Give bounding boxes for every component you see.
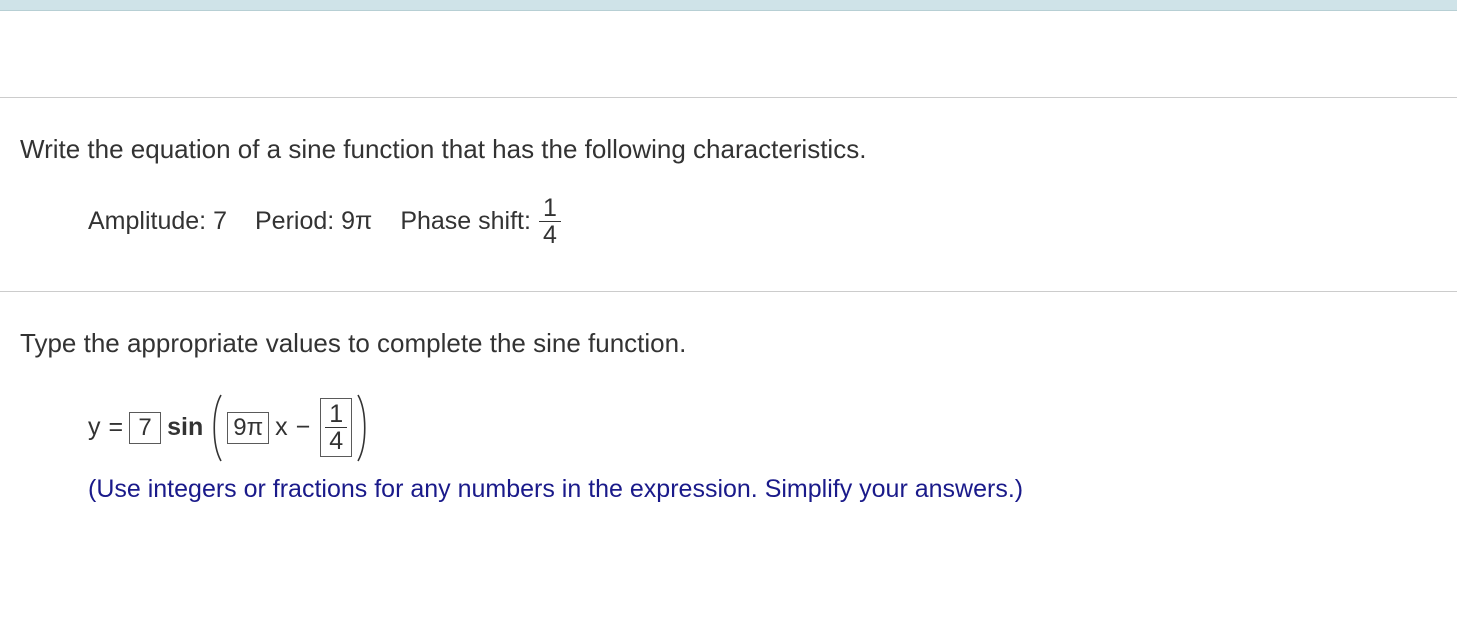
open-paren-icon — [209, 393, 223, 463]
close-paren-icon — [356, 393, 370, 463]
amplitude-label-text: Amplitude: — [88, 207, 206, 235]
equation-line: y = 7 sin 9π x − 1 4 — [88, 393, 1437, 463]
phase-shift-numerator: 1 — [539, 195, 561, 222]
equation-equals: = — [109, 413, 124, 442]
phase-shift-fraction: 1 4 — [539, 195, 561, 249]
period-value: 9π — [341, 207, 372, 235]
phase-shift-input-fraction: 1 4 — [325, 401, 347, 455]
equation-y: y — [88, 413, 101, 442]
amplitude-input[interactable]: 7 — [129, 412, 161, 444]
phase-shift-input[interactable]: 1 4 — [320, 398, 352, 458]
equation-x: x — [275, 413, 288, 442]
answer-instruction: Type the appropriate values to complete … — [20, 328, 1437, 359]
phase-shift-denominator: 4 — [539, 222, 561, 248]
given-characteristics: Amplitude: 7 Period: 9π Phase shift: 1 4 — [88, 195, 1437, 249]
paren-inner: 9π x − 1 4 — [223, 398, 356, 458]
phase-shift-label-text: Phase shift: — [400, 207, 531, 236]
amplitude-label: Amplitude: 7 — [88, 207, 227, 236]
answer-section: Type the appropriate values to complete … — [0, 291, 1457, 522]
b-coefficient-input[interactable]: 9π — [227, 412, 269, 444]
phase-shift-input-den: 4 — [325, 428, 347, 454]
top-accent-bar — [0, 0, 1457, 11]
header-spacer — [0, 11, 1457, 97]
period-label: Period: 9π — [255, 207, 372, 236]
answer-hint: (Use integers or fractions for any numbe… — [88, 475, 1437, 504]
phase-shift-input-num: 1 — [325, 401, 347, 428]
sin-label: sin — [167, 413, 203, 442]
equation-minus: − — [296, 413, 311, 442]
question-prompt: Write the equation of a sine function th… — [20, 134, 1437, 165]
phase-shift-label: Phase shift: 1 4 — [400, 195, 561, 249]
amplitude-value: 7 — [213, 207, 227, 235]
question-section: Write the equation of a sine function th… — [0, 97, 1457, 291]
period-label-text: Period: — [255, 207, 334, 235]
